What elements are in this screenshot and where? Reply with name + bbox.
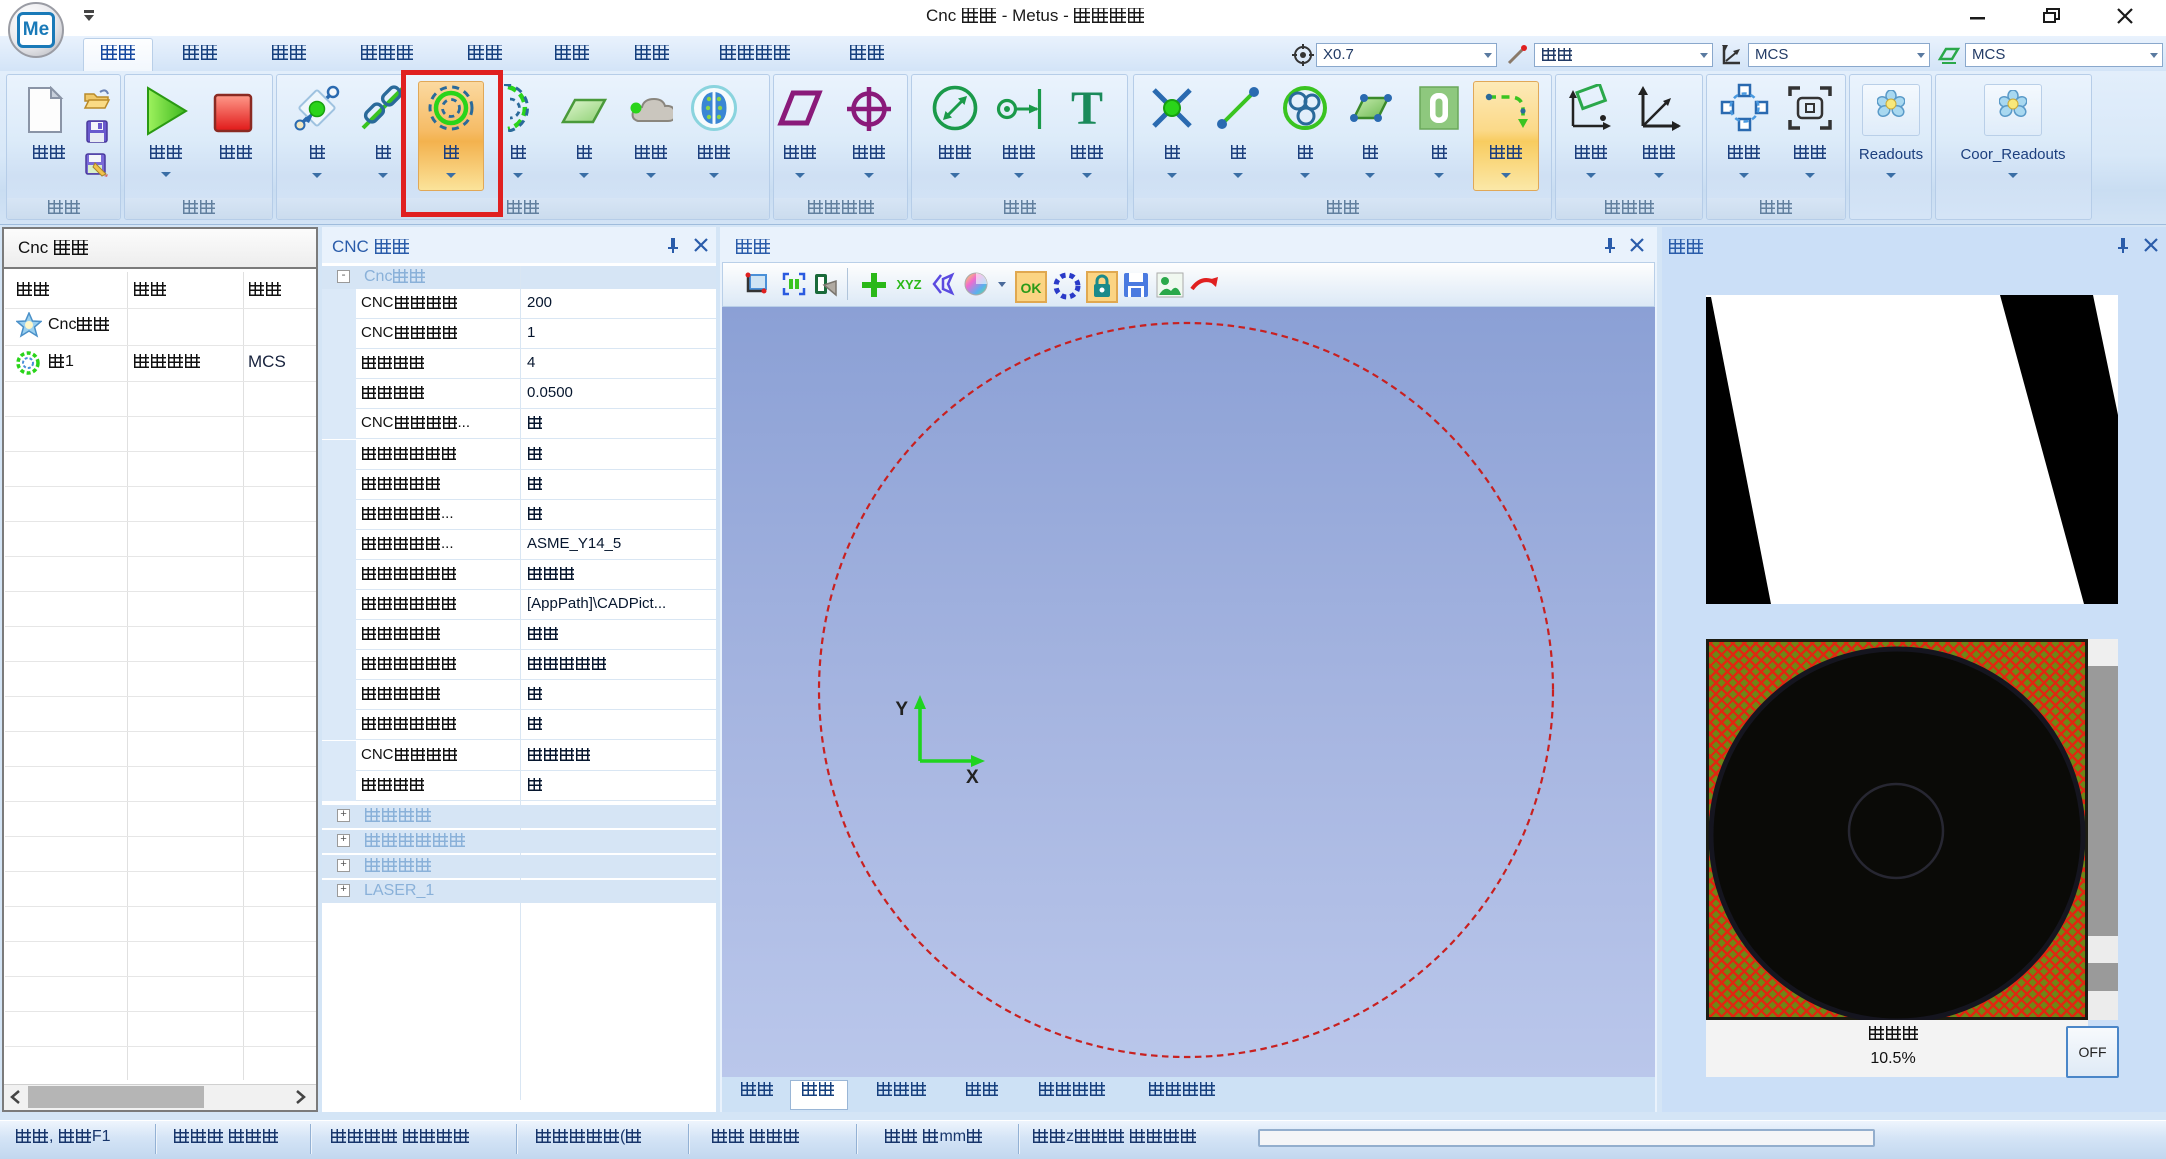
svg-text:Y: Y bbox=[895, 699, 908, 720]
svg-text:T: T bbox=[1071, 84, 1103, 132]
svg-text:XYZ: XYZ bbox=[896, 277, 921, 292]
svg-text:OK: OK bbox=[1021, 280, 1042, 296]
svg-text:X: X bbox=[966, 767, 979, 788]
